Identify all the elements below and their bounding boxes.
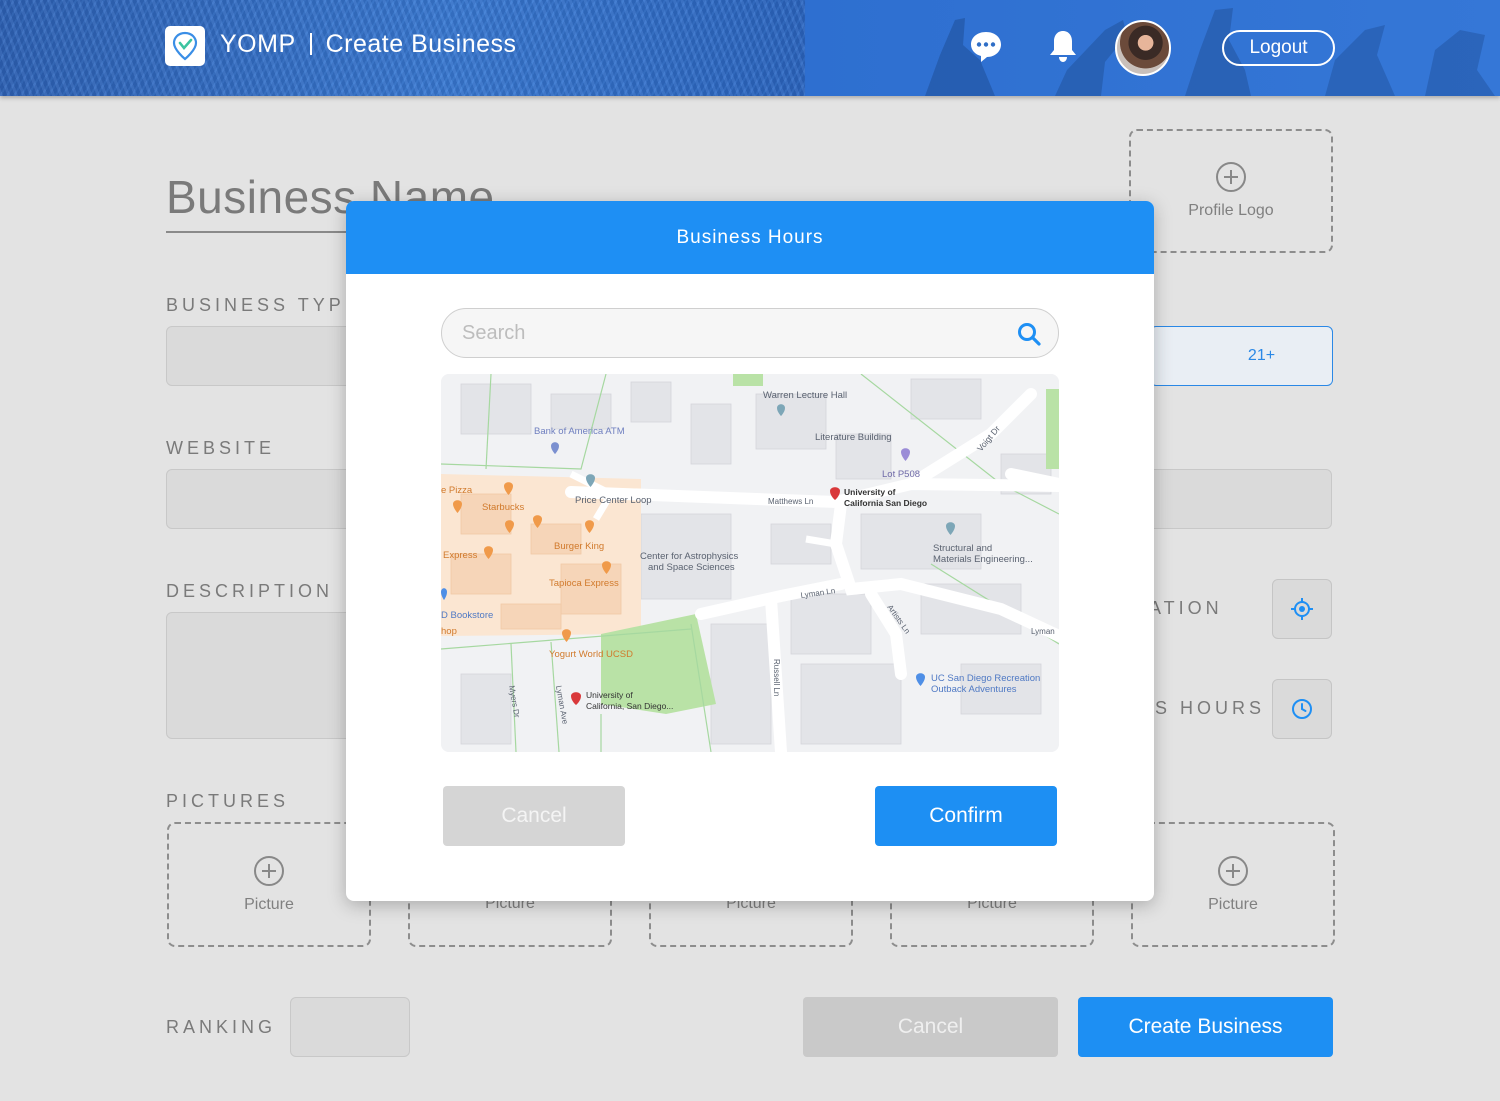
- map-label-astro-line1: Center for Astrophysics: [640, 551, 738, 562]
- pictures-label: PICTURES: [166, 791, 290, 811]
- create-business-button[interactable]: Create Business: [1078, 997, 1333, 1057]
- map-label-astro-line2: and Space Sciences: [648, 562, 735, 573]
- map-search-bar: [441, 308, 1059, 358]
- map-label-boa: Bank of America ATM: [534, 426, 625, 437]
- map-label-rec-line2: Outback Adventures: [931, 684, 1017, 695]
- map-label-yogurt: Yogurt World UCSD: [549, 649, 633, 660]
- form-cancel-button[interactable]: Cancel: [803, 997, 1058, 1057]
- top-header: YOMP Create Business Logout: [0, 0, 1500, 96]
- map-label-bookstore: D Bookstore: [441, 610, 493, 621]
- yomp-logo[interactable]: [165, 26, 205, 66]
- map-label-pizza: e Pizza: [441, 485, 473, 496]
- map-label-lot: Lot P508: [882, 469, 920, 480]
- plus-circle-icon: [254, 855, 284, 886]
- map-label-warren: Warren Lecture Hall: [763, 390, 847, 401]
- bell-icon[interactable]: [1045, 28, 1081, 64]
- profile-logo-caption: Profile Logo: [1188, 202, 1274, 219]
- description-textarea[interactable]: [166, 612, 366, 739]
- user-avatar[interactable]: [1115, 20, 1171, 76]
- picture-upload-1[interactable]: Picture: [167, 822, 371, 947]
- map-label-matthews: Matthews Ln: [768, 497, 813, 506]
- clock-icon: [1292, 699, 1312, 719]
- age-restriction-option[interactable]: 21+: [1150, 326, 1333, 386]
- business-type-select[interactable]: [166, 326, 366, 386]
- map-search-input[interactable]: [462, 309, 1002, 357]
- map-label-struct-line1: Structural and: [933, 543, 992, 554]
- map-label-ucsd-line1: University of: [844, 487, 896, 497]
- title-separator: [309, 33, 312, 55]
- map-label-russell: Russell Ln: [772, 659, 781, 696]
- map-label-burger-king: Burger King: [554, 541, 604, 552]
- map-label-shop: hop: [441, 626, 457, 637]
- crosshair-icon: [1291, 598, 1313, 620]
- map-label-tapioca: Tapioca Express: [549, 578, 619, 589]
- description-label: DESCRIPTION: [166, 581, 334, 601]
- map-label-starbucks: Starbucks: [482, 502, 524, 513]
- map-label-ucsd-line4: California, San Diego...: [586, 701, 673, 711]
- secondary-input[interactable]: [1140, 469, 1332, 529]
- map-label-price-center: Price Center Loop: [575, 495, 652, 506]
- app-name: YOMP: [220, 30, 296, 58]
- modal-title: Business Hours: [346, 201, 1154, 274]
- chat-icon[interactable]: [968, 28, 1004, 64]
- page-title: Create Business: [325, 30, 517, 58]
- map-label-struct-line2: Materials Engineering...: [933, 554, 1033, 565]
- business-hours-modal: Business Hours Search Warren Lecture Hal…: [346, 201, 1154, 901]
- map-label-ucsd-line2: California San Diego: [844, 498, 927, 508]
- plus-circle-icon: [1218, 855, 1248, 886]
- business-type-label: BUSINESS TYPE: [166, 295, 361, 315]
- map-pin-heart-icon: [172, 31, 198, 61]
- logout-button[interactable]: Logout: [1222, 30, 1335, 66]
- profile-logo-upload[interactable]: Profile Logo: [1129, 129, 1333, 253]
- business-hours-label: S HOURS: [1155, 698, 1266, 718]
- map-label-literature: Literature Building: [815, 432, 892, 443]
- location-button[interactable]: [1272, 579, 1332, 639]
- modal-cancel-button[interactable]: Cancel: [443, 786, 625, 846]
- modal-confirm-button[interactable]: Confirm: [875, 786, 1057, 846]
- search-icon[interactable]: [1016, 321, 1042, 347]
- map-label-lyman: Lyman: [1031, 627, 1055, 636]
- map-label-ucsd-line3: University of: [586, 690, 633, 700]
- website-input[interactable]: [166, 469, 366, 529]
- ranking-label: RANKING: [166, 1017, 277, 1037]
- campus-map[interactable]: Warren Lecture Hall Bank of America ATM …: [441, 374, 1059, 752]
- hours-button[interactable]: [1272, 679, 1332, 739]
- map-label-express: Express: [443, 550, 478, 561]
- website-label: WEBSITE: [166, 438, 276, 458]
- picture-caption: Picture: [1208, 895, 1258, 913]
- header-title: YOMP Create Business: [220, 30, 517, 59]
- plus-circle-icon: [1216, 162, 1246, 192]
- business-name-underline: [166, 231, 366, 233]
- picture-caption: Picture: [244, 895, 294, 913]
- ranking-input[interactable]: [290, 997, 410, 1057]
- map-label-rec-line1: UC San Diego Recreation: [931, 673, 1040, 684]
- picture-upload-5[interactable]: Picture: [1131, 822, 1335, 947]
